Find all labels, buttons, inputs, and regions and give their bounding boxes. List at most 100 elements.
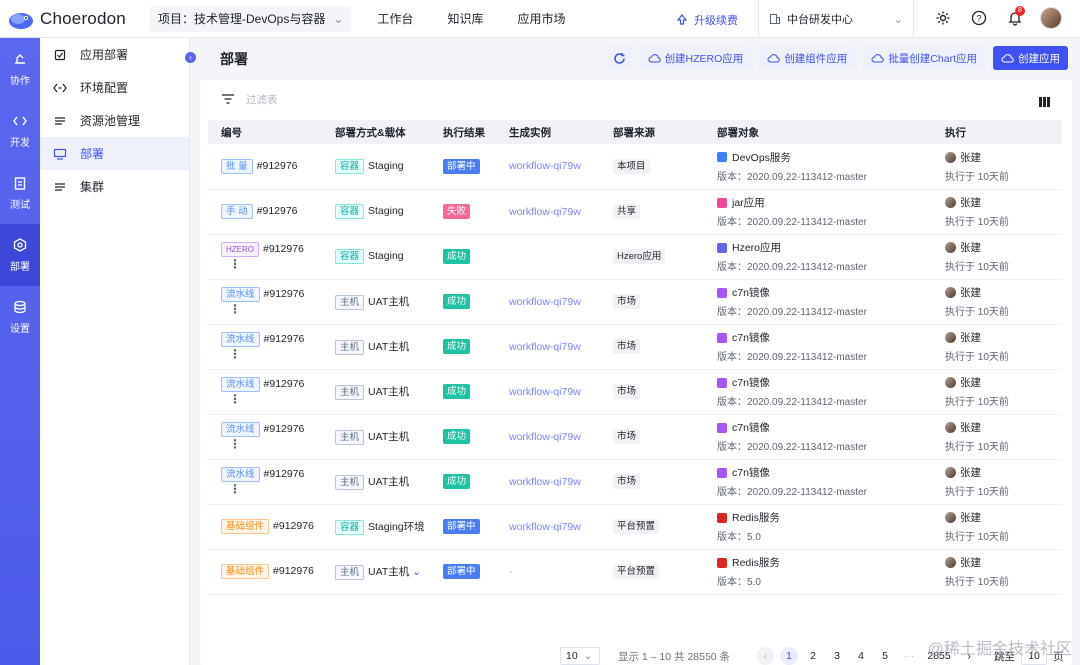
gear-icon[interactable] [932,7,954,29]
target-name[interactable]: Hzero应用 [732,240,781,255]
user-avatar[interactable] [1040,7,1062,29]
target-name[interactable]: DevOps服务 [732,150,791,165]
batch-create-chart-app-button[interactable]: 批量创建Chart应用 [863,46,985,70]
cell-executor: 张建 执行于 10天前 [932,459,1062,505]
rail-item-cooperate[interactable]: 协作 [0,38,40,100]
page-ellipsis[interactable]: ··· [900,647,918,665]
cell-target: c7n镜像 版本：2020.09.22-113412-master [704,279,932,325]
instance-link[interactable]: workflow-qi79w [509,386,581,398]
target-name[interactable]: Redis服务 [732,555,780,570]
col-id[interactable]: 编号 [208,120,322,144]
instance-link[interactable]: workflow-qi79w [509,206,581,218]
cell-source: 共享 [600,189,704,235]
project-select-value: 项目：技术管理-DevOps与容器 [158,12,326,26]
deploy-type-tag: 流水线 [221,422,260,437]
table-row[interactable]: 基础组件 #912976 容器 Staging环境 部署中 workflow-qi7… [208,504,1062,550]
rail-item-deploy[interactable]: 部署 [0,224,40,286]
page-5-button[interactable]: 5 [876,647,894,665]
submenu-cluster[interactable]: 集群 [40,170,189,203]
filter-bar[interactable]: 过滤表 [200,80,1072,118]
more-menu-icon[interactable]: ⋮ [229,257,241,271]
chevron-down-icon: ⌄ [333,11,344,26]
bell-icon[interactable]: 8 [1004,6,1026,29]
top-nav: 工作台 知识库 应用市场 [377,10,599,27]
deploy-type-tag: 流水线 [221,377,260,392]
nav-workbench[interactable]: 工作台 [377,10,413,27]
instance-link[interactable]: workflow-qi79w [509,341,581,353]
submenu-label: 部署 [80,147,105,161]
submenu-app-deploy[interactable]: 应用部署 [40,38,189,71]
clipboard-icon [14,176,26,190]
rail-item-develop[interactable]: 开发 [0,100,40,162]
carrier-name: Staging [368,250,404,262]
table-row[interactable]: 流水线 #912976 ⋮ 主机 UAT主机 成功 workflow-qi79w 市场… [208,414,1062,460]
target-name-row: jar应用 [717,195,932,210]
executed-time: 执行于 10天前 [945,532,1009,543]
create-app-button[interactable]: 创建应用 [993,46,1068,70]
org-select[interactable]: 中台研发中心 ⌄ [758,0,914,38]
col-carrier[interactable]: 部署方式&载体 [322,120,430,144]
upgrade-link[interactable]: 升级续费 [676,12,738,28]
instance-link[interactable]: workflow-qi79w [509,521,581,533]
instance-link[interactable]: workflow-qi79w [509,476,581,488]
table-row[interactable]: 流水线 #912976 ⋮ 主机 UAT主机 成功 workflow-qi79w 市场… [208,324,1062,370]
more-menu-icon[interactable]: ⋮ [229,347,241,361]
instance-link[interactable]: workflow-qi79w [509,431,581,443]
project-select[interactable]: 项目：技术管理-DevOps与容器 ⌄ [150,5,352,32]
table-row[interactable]: 流水线 #912976 ⋮ 主机 UAT主机 成功 workflow-qi79w 市场… [208,369,1062,415]
table-row[interactable]: 流水线 #912976 ⋮ 主机 UAT主机 成功 workflow-qi79w 市场… [208,459,1062,505]
source-tag: Hzero应用 [613,249,666,264]
nav-knowledge[interactable]: 知识库 [447,10,483,27]
target-name[interactable]: c7n镜像 [732,285,770,300]
create-hzero-app-button[interactable]: 创建HZERO应用 [639,46,752,70]
table-row[interactable]: HZERO #912976 ⋮ 容器 Staging 成功 Hzero应用 Hzero… [208,234,1062,280]
table-row[interactable]: 基础组件 #912976 主机 UAT主机 ⌄ 部署中 - 平台预置 Redis服务 … [208,549,1062,595]
target-name[interactable]: jar应用 [732,195,765,210]
help-icon[interactable]: ? [968,7,990,29]
status-badge: 部署中 [443,519,480,534]
col-target[interactable]: 部署对象 [704,120,932,144]
page-1-button[interactable]: 1 [780,647,799,665]
more-menu-icon[interactable]: ⋮ [229,437,241,451]
rail-item-test[interactable]: 测试 [0,162,40,224]
create-component-app-button[interactable]: 创建组件应用 [759,46,856,70]
table-row[interactable]: 手 动 #912976 容器 Staging 失败 workflow-qi79w 共… [208,189,1062,235]
instance-link[interactable]: workflow-qi79w [509,160,581,172]
more-menu-icon[interactable]: ⋮ [229,302,241,316]
page-4-button[interactable]: 4 [852,647,870,665]
rail-item-settings[interactable]: 设置 [0,286,40,348]
col-source[interactable]: 部署来源 [600,120,704,144]
nav-market[interactable]: 应用市场 [517,10,565,27]
more-menu-icon[interactable]: ⋮ [229,392,241,406]
target-name[interactable]: c7n镜像 [732,465,770,480]
column-settings-icon[interactable] [1039,96,1050,110]
table-row[interactable]: 流水线 #912976 ⋮ 主机 UAT主机 成功 workflow-qi79w 市场… [208,279,1062,325]
submenu-resource-pool[interactable]: 资源池管理 [40,104,189,137]
col-result[interactable]: 执行结果 [430,120,496,144]
target-name[interactable]: Redis服务 [732,510,780,525]
page-size-select[interactable]: 10 ⌄ [560,647,600,665]
target-name[interactable]: c7n镜像 [732,420,770,435]
chevron-down-icon[interactable]: ⌄ [412,566,421,578]
collapse-menu-icon[interactable]: ‹ [185,52,196,63]
instance-link[interactable]: workflow-qi79w [509,296,581,308]
table-row[interactable]: 批 量 #912976 容器 Staging 部署中 workflow-qi79w … [208,144,1062,190]
refresh-button[interactable] [607,46,632,70]
col-instance[interactable]: 生成实例 [496,120,600,144]
page-3-button[interactable]: 3 [828,647,846,665]
col-executor[interactable]: 执行 [932,120,1062,144]
source-tag: 市场 [613,474,641,489]
target-name[interactable]: c7n镜像 [732,330,770,345]
target-name[interactable]: c7n镜像 [732,375,770,390]
cell-carrier: 主机 UAT主机 [322,459,430,505]
submenu-env-config[interactable]: 环境配置 [40,71,189,104]
source-tag: 市场 [613,429,641,444]
more-menu-icon[interactable]: ⋮ [229,482,241,496]
cell-result: 失败 [430,189,496,235]
cell-carrier: 主机 UAT主机 [322,279,430,325]
submenu-deploy[interactable]: 部署 [40,137,189,170]
logo[interactable]: Choerodon [0,8,150,30]
cell-source: 市场 [600,459,704,505]
page-2-button[interactable]: 2 [804,647,822,665]
prev-page-button[interactable]: ‹ [756,647,775,665]
